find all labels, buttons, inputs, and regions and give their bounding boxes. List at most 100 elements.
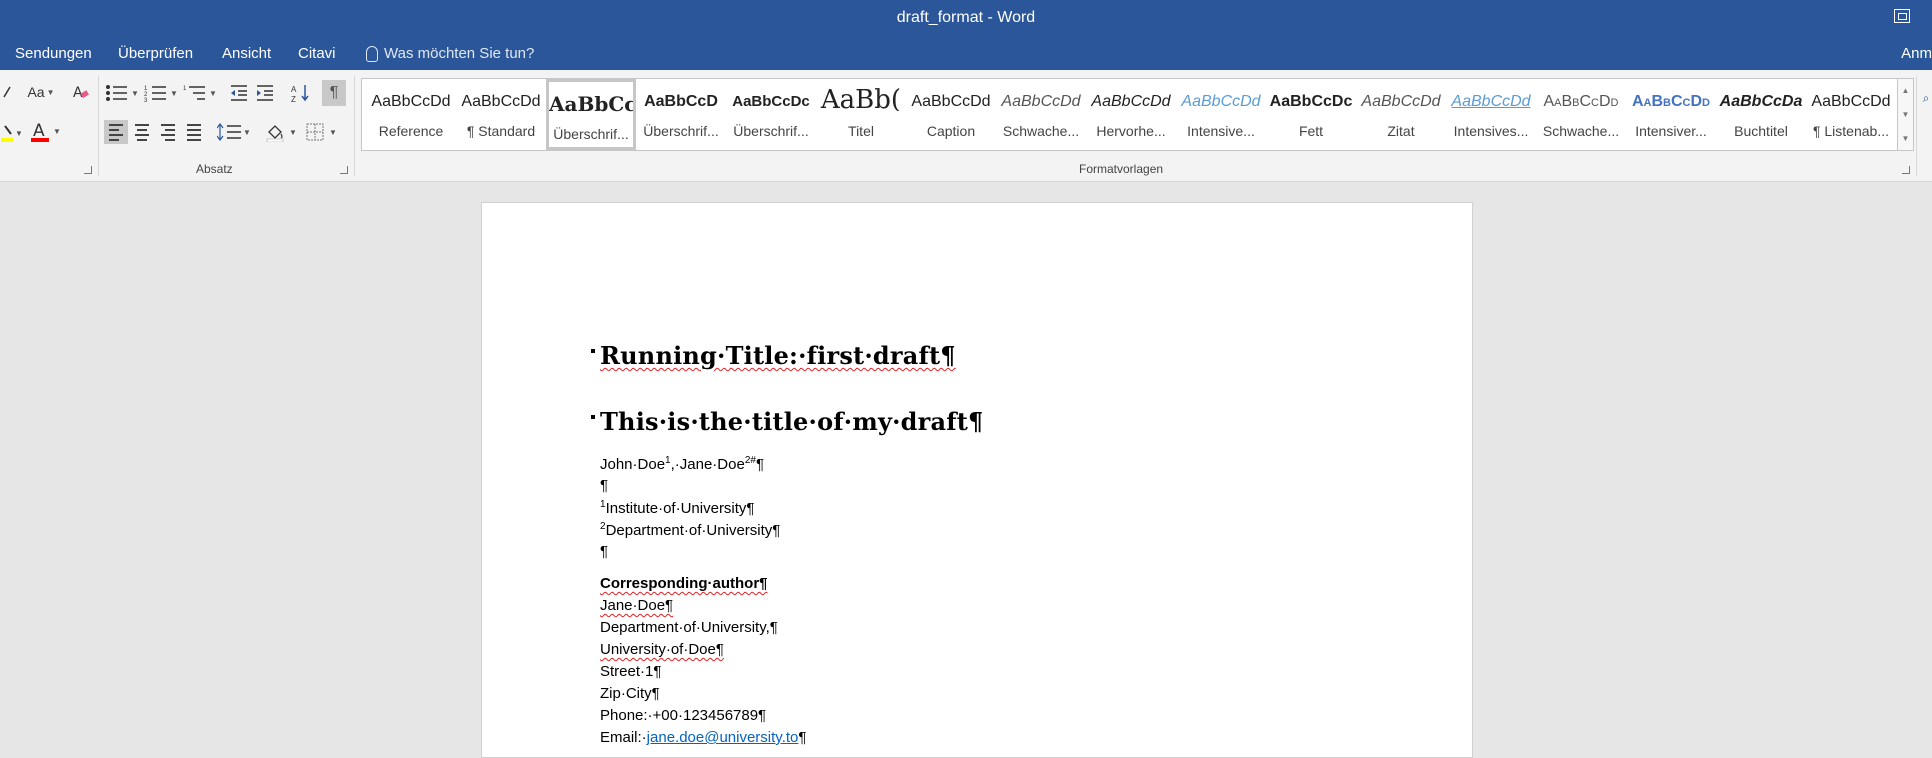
style-gallery-item[interactable]: AaBbCcDd ¶ Standard [456,79,546,150]
font-color-button[interactable]: A ▼ [30,120,64,144]
justify-button[interactable] [182,120,206,144]
email-link[interactable]: jane.doe@university.to [647,729,799,746]
line-spacing-button[interactable]: ▼ [216,120,252,144]
style-sample: AaBbCcDa [1719,93,1803,110]
tab-citavi[interactable]: Citavi [298,45,336,62]
shading-button[interactable]: ▼ [264,120,300,144]
lightbulb-icon [366,45,378,62]
align-right-button[interactable] [156,120,180,144]
tell-me-search[interactable]: Was möchten Sie tun? [366,45,534,62]
style-gallery-item[interactable]: AaBbCcDd Schwache... [996,79,1086,150]
style-sample: AaBbCcDd [911,93,991,110]
tab-sendungen[interactable]: Sendungen [15,45,92,62]
style-gallery-item[interactable]: AaBbCcDd ¶ Listenab... [1806,79,1896,150]
contact-line-text: University·of·Doe¶ [600,641,724,658]
style-sample: AaBbCcDc [732,93,810,110]
style-name: ¶ Standard [466,123,536,139]
style-gallery-item[interactable]: AaBbCcDa Buchtitel [1716,79,1806,150]
increase-indent-icon[interactable] [254,82,276,104]
gallery-scroll-down-icon[interactable]: ▼ [1898,103,1913,127]
contact-line-text: Zip·City¶ [600,685,660,702]
tab-ansicht[interactable]: Ansicht [222,45,271,62]
document-page[interactable]: Running·Title:·first·draft¶ This·is·the·… [481,202,1473,758]
contact-line[interactable]: Street·1¶ [600,663,661,680]
style-gallery-item[interactable]: AaBbCcDd Reference [366,79,456,150]
style-gallery-item[interactable]: AaBbCcDd Caption [906,79,996,150]
ribbon-tabs: Sendungen Überprüfen Ansicht Citavi Was … [0,38,1932,70]
affiliation-1[interactable]: 1Institute·of·University¶ [600,499,755,517]
paragraph-group-label: Absatz [196,162,233,176]
grow-font-icon[interactable] [0,82,14,102]
bullets-button[interactable]: ▼ [104,82,140,104]
group-separator [1916,76,1917,176]
svg-text:▼: ▼ [289,128,297,137]
authors-line[interactable]: John·Doe1,·Jane·Doe2#¶ [600,455,764,473]
highlight-color-swatch [1,138,13,142]
style-sample: AaBbCcDd [1181,93,1261,110]
account-sign-in[interactable]: Anm [1901,45,1932,62]
numbering-button[interactable]: 1 2 3 ▼ [143,82,179,104]
svg-text:▼: ▼ [131,89,139,98]
style-name: Reference [378,123,444,139]
change-case-button[interactable]: Aa ▼ [24,82,58,102]
find-icon[interactable]: ⌕ [1920,78,1932,118]
blank-paragraph[interactable]: ¶ [600,543,608,560]
decrease-indent-icon[interactable] [228,82,250,104]
restore-ribbon-icon[interactable] [1894,9,1910,23]
style-gallery-item[interactable]: AaBbCcDd Zitat [1356,79,1446,150]
style-gallery-item[interactable]: AaBbCc Überschrif... [546,79,636,150]
style-name: Titel [848,123,874,139]
heading-marker [591,349,595,353]
contact-line[interactable]: University·of·Doe¶ [600,641,724,658]
contact-line[interactable]: Jane·Doe¶ [600,597,673,614]
document-title-heading[interactable]: This·is·the·title·of·my·draft¶ [591,407,984,436]
contact-line-text: Department·of·University,¶ [600,619,778,636]
style-gallery-item[interactable]: AaBbCcDd Schwache... [1536,79,1626,150]
sort-icon[interactable]: AZ [290,82,312,104]
style-name: Schwache... [1002,123,1080,139]
style-gallery-item[interactable]: AaBb(Titel [816,79,906,150]
style-gallery-item[interactable]: AaBbCcDc Fett [1266,79,1356,150]
align-left-button[interactable] [104,120,128,144]
style-gallery-item[interactable]: AaBbCcDc Überschrif... [726,79,816,150]
style-gallery-item[interactable]: AaBbCcDd Intensives... [1446,79,1536,150]
gallery-scrollbar[interactable]: ▲ ▼ ▼ [1898,78,1914,151]
contact-line[interactable]: Zip·City¶ [600,685,660,702]
borders-button[interactable]: ▼ [304,120,340,144]
style-name: Hervorhe... [1096,123,1166,139]
multilevel-list-button[interactable]: 1 ▼ [182,82,218,104]
group-separator [98,76,99,176]
clear-formatting-icon[interactable]: A [70,82,92,102]
style-name: Intensiver... [1635,123,1707,139]
contact-line-text: Street·1¶ [600,663,662,680]
contact-line[interactable]: Phone:·+00·123456789¶ [600,707,766,724]
affiliation-2[interactable]: 2Department·of·University¶ [600,521,780,539]
align-center-button[interactable] [130,120,154,144]
style-name: Überschrif... [553,126,629,142]
font-dialog-launcher[interactable] [84,166,92,174]
style-sample: AaBbCcDd [371,93,451,110]
style-name: Überschrif... [733,123,809,139]
show-formatting-marks-button[interactable]: ¶ [322,80,346,106]
svg-text:▼: ▼ [329,128,337,137]
style-gallery-item[interactable]: AaBbCcDd Intensive... [1176,79,1266,150]
email-line[interactable]: Email:·jane.doe@university.to¶ [600,729,806,746]
running-title-heading[interactable]: Running·Title:·first·draft¶ [591,341,956,370]
tell-me-placeholder: Was möchten Sie tun? [384,45,535,62]
gallery-scroll-up-icon[interactable]: ▲ [1898,79,1913,103]
paragraph-dialog-launcher[interactable] [340,166,348,174]
style-sample: AaBbCcDd [461,93,541,110]
style-gallery-item[interactable]: AaBbCcDd Hervorhe... [1086,79,1176,150]
style-gallery-item[interactable]: AaBbCcD Überschrif... [636,79,726,150]
blank-paragraph[interactable]: ¶ [600,477,608,494]
corresponding-author-heading[interactable]: Corresponding·author¶ [600,575,768,592]
gallery-more-icon[interactable]: ▼ [1898,127,1913,151]
contact-line[interactable]: Department·of·University,¶ [600,619,778,636]
text-highlight-icon[interactable]: ▼ [0,122,22,144]
svg-text:▼: ▼ [53,127,61,136]
style-sample: AaBbCcDd [1543,93,1619,110]
style-name: Intensive... [1187,123,1255,139]
style-gallery-item[interactable]: AaBbCcDd Intensiver... [1626,79,1716,150]
tab-ueberpruefen[interactable]: Überprüfen [118,45,193,62]
styles-dialog-launcher[interactable] [1902,166,1910,174]
